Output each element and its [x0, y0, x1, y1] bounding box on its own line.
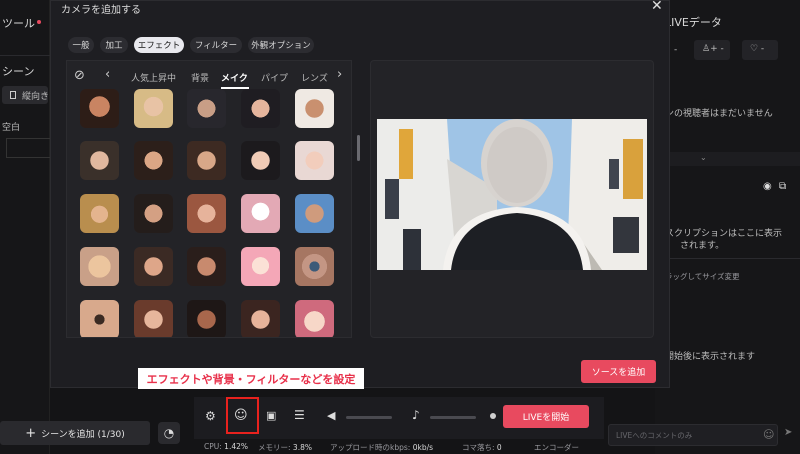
tab-general[interactable]: 一般 [68, 37, 94, 53]
effect-thumb[interactable] [187, 194, 226, 233]
effect-thumb[interactable] [80, 141, 119, 180]
likes-stat: ♡ - [742, 40, 778, 60]
camera-preview [377, 119, 647, 270]
effect-thumb[interactable] [295, 247, 334, 286]
scene-title: シーン [2, 65, 35, 78]
effect-thumb[interactable] [295, 89, 334, 128]
send-icon[interactable]: ➤ [784, 427, 792, 438]
tab-edit[interactable]: 加工 [100, 37, 128, 53]
annotation-banner: エフェクトや背景・フィルターなどを設定 [138, 368, 364, 389]
add-camera-dialog: カメラを追加する ✕ 一般 加工 エフェクト フィルター 外観オプション ⊘ ‹… [50, 0, 670, 388]
effect-thumb[interactable] [295, 194, 334, 233]
dialog-title: カメラを追加する [61, 5, 141, 16]
effect-thumb[interactable] [187, 141, 226, 180]
add-user-icon: ♙+ - [702, 44, 724, 54]
effect-thumb[interactable] [241, 141, 280, 180]
live-data-title: LIVEデータ [665, 16, 722, 29]
encoder-stat: エンコーダー [534, 443, 579, 452]
tools-title: ツール [2, 17, 35, 30]
effect-thumb[interactable] [80, 89, 119, 128]
tab-appearance[interactable]: 外観オプション [248, 37, 314, 53]
close-icon[interactable]: ✕ [651, 0, 663, 14]
status-bar: CPU: 1.42% メモリー: 3.8% アップロード時のkbps: 0kb/… [194, 440, 604, 454]
subscription-text-2: されます。 [680, 241, 725, 251]
chevron-down-icon: ⌄ [700, 153, 707, 162]
effect-thumb[interactable] [80, 194, 119, 233]
status-dot-icon [490, 413, 496, 419]
effect-thumb[interactable] [241, 247, 280, 286]
effect-thumb[interactable] [187, 89, 226, 128]
highlight-box [226, 397, 259, 434]
effect-thumb[interactable] [134, 194, 173, 233]
comments-empty-text: 開始後に表示されます [665, 352, 756, 362]
stat-row: - ♙+ - ♡ - [662, 40, 792, 62]
effect-thumb[interactable] [241, 300, 280, 337]
palette-icon: ◔ [163, 426, 175, 440]
add-scene-label: シーンを追加 (1/30) [41, 429, 125, 440]
screen-add-icon[interactable]: ▣ [266, 409, 276, 422]
stat-dash-1: - [674, 45, 678, 55]
divider [656, 258, 800, 259]
effect-thumb[interactable] [134, 300, 173, 337]
camera-preview-image [377, 119, 647, 270]
portrait-label: 縦向き [22, 92, 50, 102]
cpu-stat: CPU: 1.42% [204, 442, 248, 451]
comment-input[interactable]: LIVEへのコメントのみ ☺ [608, 424, 778, 446]
effect-thumb[interactable] [187, 247, 226, 286]
settings-icon[interactable]: ⚙ [205, 409, 216, 423]
effects-grid [67, 61, 351, 337]
effect-thumb[interactable] [295, 141, 334, 180]
scene-item-blank[interactable]: 空白 [2, 120, 20, 133]
scrollbar[interactable] [357, 135, 360, 161]
effect-thumb[interactable] [187, 300, 226, 337]
portrait-tab[interactable]: 縦向き [2, 86, 50, 104]
tab-effects[interactable]: エフェクト [134, 37, 184, 53]
collapse-bar[interactable]: ⌄ [656, 152, 800, 166]
effects-panel: ⊘ ‹ 人気上昇中 背景 メイク パイプ レンズ › [66, 60, 352, 338]
viewers-text: ンの視聴者はまだいません [665, 109, 773, 119]
add-scene-button[interactable]: + シーンを追加 (1/30) [0, 421, 150, 445]
mic-slider[interactable] [430, 416, 476, 419]
effect-thumb[interactable] [134, 141, 173, 180]
microphone-icon[interactable]: ♪ [412, 408, 420, 422]
resize-hint: ラッグしてサイズ変更 [665, 272, 740, 281]
live-dot-icon [37, 20, 41, 24]
start-live-button[interactable]: LIVEを開始 [503, 405, 589, 428]
speaker-icon[interactable]: ◀ [327, 409, 335, 422]
app-window: ツール シーン 縦向き 空白 + シーンを追加 (1/30) ◔ LIVEデータ… [0, 0, 800, 454]
tab-filter[interactable]: フィルター [190, 37, 242, 53]
emoji-icon[interactable]: ☺ [763, 428, 774, 441]
followers-stat: ♙+ - [694, 40, 730, 60]
effect-thumb[interactable] [295, 300, 334, 337]
scene-settings-button[interactable]: ◔ [158, 422, 180, 444]
add-source-button[interactable]: ソースを追加 [581, 360, 656, 383]
frames-dropped-stat: コマ落ち: 0 [462, 443, 502, 452]
popout-icon[interactable]: ⧉ [779, 181, 786, 192]
effect-thumb[interactable] [241, 194, 280, 233]
volume-slider[interactable] [346, 416, 392, 419]
effect-thumb[interactable] [241, 89, 280, 128]
effect-thumb[interactable] [80, 247, 119, 286]
scene-thumbnail[interactable] [6, 138, 50, 158]
effect-thumb[interactable] [134, 247, 173, 286]
record-icon[interactable]: ◉ [763, 181, 772, 192]
divider [0, 55, 50, 56]
portrait-icon [10, 91, 16, 99]
heart-icon: ♡ - [750, 44, 765, 54]
comment-placeholder: LIVEへのコメントのみ [616, 431, 693, 440]
effect-thumb[interactable] [134, 89, 173, 128]
upload-stat: アップロード時のkbps: 0kb/s [330, 443, 434, 452]
adjust-icon[interactable]: ☰ [294, 408, 305, 422]
plus-icon: + [25, 425, 37, 441]
memory-stat: メモリー: 3.8% [258, 443, 312, 452]
effect-thumb[interactable] [80, 300, 119, 337]
